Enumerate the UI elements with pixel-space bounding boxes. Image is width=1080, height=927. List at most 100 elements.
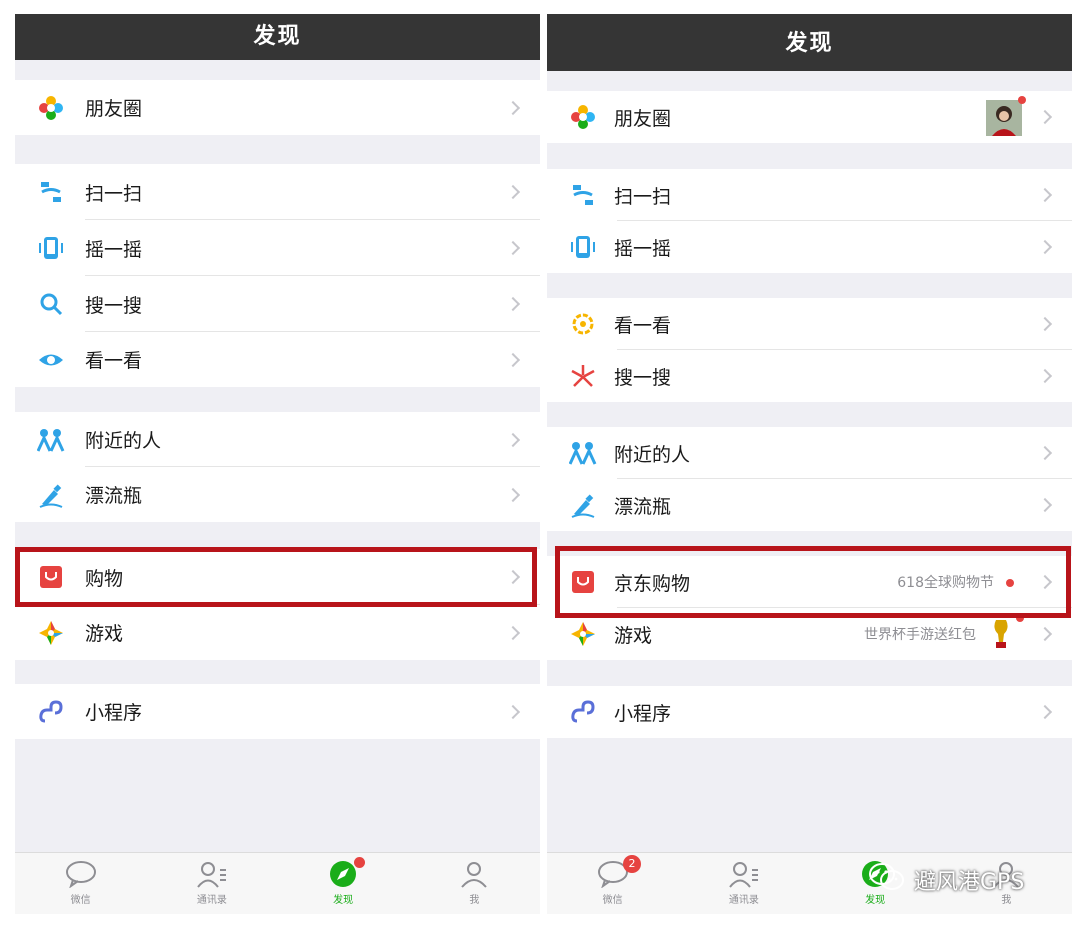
left-phone-screen: 发现 朋友圈 扫一扫 摇一摇 搜一搜 看一看 附近的人 漂流瓶 购物 游戏 小程… [15, 14, 540, 914]
mini-program-icon [37, 698, 65, 726]
chevron-right-icon [1037, 497, 1053, 513]
chevron-right-icon [1037, 626, 1053, 642]
menu-item-label: 摇一摇 [614, 237, 672, 260]
chat-bubble-icon [65, 859, 97, 889]
menu-item-look[interactable]: 看一看 [547, 298, 1072, 350]
menu-item-label: 漂流瓶 [85, 485, 143, 507]
chevron-right-icon [1037, 187, 1053, 203]
chevron-right-icon [1037, 368, 1053, 384]
menu-item-mini-program[interactable]: 小程序 [547, 686, 1072, 738]
menu-item-shake[interactable]: 摇一摇 [547, 221, 1072, 273]
promo-text: 世界杯手游送红包 [864, 627, 976, 643]
menu-item-look[interactable]: 看一看 [15, 332, 540, 387]
menu-item-label: 搜一搜 [614, 366, 672, 389]
menu-item-label: 游戏 [614, 624, 653, 647]
chevron-right-icon [505, 352, 521, 367]
chevron-right-icon [1037, 109, 1053, 125]
tab-label: 通讯录 [196, 895, 227, 906]
menu-item-label: 朋友圈 [85, 98, 143, 120]
wechat-logo-icon [868, 862, 906, 898]
chevron-right-icon [505, 296, 521, 312]
menu-item-label: 搜一搜 [85, 294, 143, 317]
tab-discover[interactable]: 发现 [278, 853, 409, 914]
highlight-frame-shopping [15, 547, 537, 607]
tab-label: 微信 [70, 895, 91, 906]
right-phone-screen: 发现 朋友圈 扫一扫 摇一摇 看一看 搜一搜 附近的人 漂流瓶 京东购物 618… [547, 14, 1072, 914]
menu-item-label: 看一看 [85, 350, 143, 372]
people-nearby-icon [37, 426, 65, 454]
menu-item-label: 小程序 [614, 702, 672, 725]
chevron-right-icon [505, 625, 521, 640]
world-cup-trophy-icon [990, 618, 1012, 650]
menu-item-label: 附近的人 [614, 443, 691, 466]
menu-item-shake[interactable]: 摇一摇 [15, 220, 540, 276]
chevron-right-icon [1037, 704, 1053, 720]
tab-label: 微信 [602, 895, 623, 906]
menu-item-people-nearby[interactable]: 附近的人 [15, 412, 540, 467]
chevron-right-icon [505, 240, 521, 256]
page-title: 发现 [15, 14, 540, 60]
menu-item-label: 扫一扫 [85, 182, 143, 205]
menu-item-search[interactable]: 搜一搜 [15, 276, 540, 332]
menu-item-moments[interactable]: 朋友圈 [547, 91, 1072, 143]
unread-badge: 2 [623, 855, 641, 873]
chevron-right-icon [1037, 445, 1053, 461]
tab-me[interactable]: 我 [409, 853, 540, 914]
shake-icon [569, 233, 597, 261]
search-star-icon [569, 362, 597, 390]
menu-item-scan[interactable]: 扫一扫 [15, 164, 540, 220]
tab-bar: 微信 通讯录 发现 我 [15, 852, 540, 914]
eye-icon [37, 346, 65, 374]
search-icon [37, 290, 65, 318]
notification-dot [1018, 96, 1026, 104]
menu-item-drift-bottle[interactable]: 漂流瓶 [547, 479, 1072, 531]
people-nearby-icon [569, 439, 597, 467]
chevron-right-icon [505, 704, 521, 719]
chevron-right-icon [505, 184, 521, 200]
menu-item-label: 朋友圈 [614, 107, 672, 130]
drift-bottle-icon [37, 481, 65, 509]
tab-chats[interactable]: 微信 [15, 853, 146, 914]
watermark: 避风港GPS [868, 862, 1024, 898]
chevron-right-icon [505, 487, 521, 502]
chevron-right-icon [1037, 239, 1053, 255]
notification-dot [353, 857, 365, 868]
contacts-icon [728, 859, 760, 889]
tab-chats[interactable]: 2 微信 [547, 853, 678, 914]
tab-contacts[interactable]: 通讯录 [678, 853, 809, 914]
chevron-right-icon [505, 432, 521, 447]
tab-label: 我 [469, 895, 480, 906]
tab-label: 发现 [333, 895, 354, 906]
menu-item-label: 漂流瓶 [614, 495, 672, 518]
page-title: 发现 [547, 14, 1072, 71]
menu-item-label: 附近的人 [85, 430, 162, 452]
menu-item-people-nearby[interactable]: 附近的人 [547, 427, 1072, 479]
contacts-icon [196, 859, 228, 889]
moments-icon [569, 103, 597, 131]
tab-label: 通讯录 [728, 895, 759, 906]
chevron-right-icon [1037, 316, 1053, 332]
games-icon [569, 620, 597, 648]
menu-item-drift-bottle[interactable]: 漂流瓶 [15, 467, 540, 522]
avatar [986, 100, 1022, 136]
menu-item-games[interactable]: 游戏 [15, 605, 540, 660]
scan-icon [37, 178, 65, 206]
menu-item-label: 扫一扫 [614, 185, 672, 208]
menu-item-label: 游戏 [85, 623, 124, 645]
tab-contacts[interactable]: 通讯录 [146, 853, 277, 914]
menu-item-label: 摇一摇 [85, 238, 143, 261]
menu-item-label: 小程序 [85, 702, 143, 724]
moments-icon [37, 94, 65, 122]
menu-item-scan[interactable]: 扫一扫 [547, 169, 1072, 221]
menu-item-search[interactable]: 搜一搜 [547, 350, 1072, 402]
highlight-frame-jd-shopping [555, 546, 1071, 618]
drift-bottle-icon [569, 491, 597, 519]
menu-item-label: 看一看 [614, 314, 672, 337]
shake-icon [37, 234, 65, 262]
mini-program-icon [569, 698, 597, 726]
profile-icon [458, 859, 490, 889]
menu-item-mini-program[interactable]: 小程序 [15, 684, 540, 739]
menu-item-moments[interactable]: 朋友圈 [15, 80, 540, 135]
games-icon [37, 619, 65, 647]
look-icon [569, 310, 597, 338]
